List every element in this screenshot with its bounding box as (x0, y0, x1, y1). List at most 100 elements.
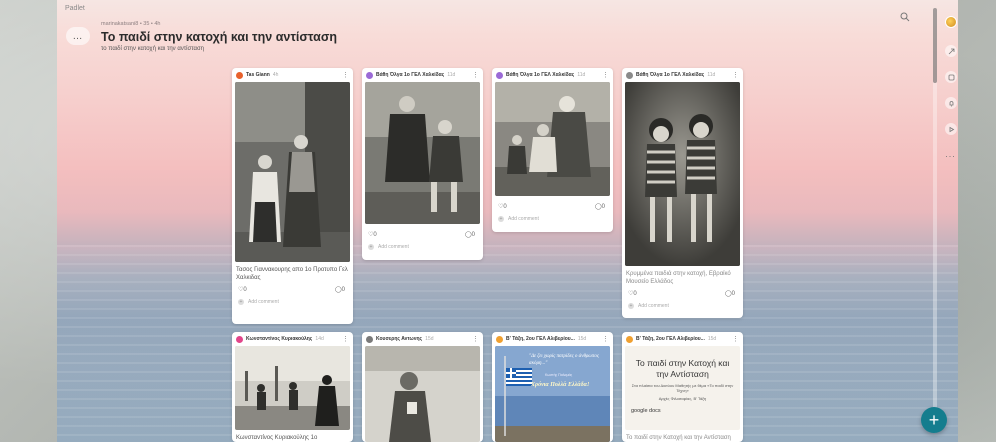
kebab-menu-icon[interactable]: ⋮ (472, 71, 479, 79)
card-author: Tas Giann (246, 72, 270, 78)
author-avatar (626, 335, 633, 343)
card-time: 4h (272, 72, 279, 78)
add-comment[interactable]: + Add comment (622, 300, 743, 312)
scrollbar[interactable] (933, 8, 937, 433)
share-icon[interactable] (945, 45, 957, 57)
post-image[interactable] (365, 346, 480, 442)
post-image[interactable] (365, 82, 480, 224)
comment-button[interactable]: ◯0 (595, 203, 605, 210)
board-menu-icon[interactable]: … (66, 27, 90, 45)
post-image[interactable]: "Δε ζει χωρίς πατρίδες ο άνθρωπος ακόμη.… (495, 346, 610, 442)
post-card[interactable]: Κωνσταντίνος Κυριακούλης 14d ⋮ Κωνσταντί… (232, 332, 353, 442)
doc-title: Το παιδί στην Κατοχή και την Αντίσταση (635, 358, 730, 379)
banner-author: Κωστής Παλαμάς (545, 373, 573, 377)
kebab-menu-icon[interactable]: ⋮ (732, 71, 739, 79)
app-logo[interactable]: Padlet (65, 5, 85, 12)
post-image[interactable] (625, 82, 740, 266)
add-comment[interactable]: + Add comment (492, 213, 613, 225)
author-avatar (496, 335, 503, 343)
card-author: Κουσερης Αντωνης (376, 336, 423, 342)
card-author: Βάθη Όλγα 1ο ΓΕΛ Χαλκίδας (636, 72, 705, 78)
comment-count: 0 (471, 232, 475, 238)
comment-count: 0 (601, 204, 605, 210)
kebab-menu-icon[interactable]: ⋮ (602, 71, 609, 79)
post-card[interactable]: Β' Τάξη, 2ου ΓΕΛ Αλιβερίου... 15d ⋮ "Δε … (492, 332, 613, 442)
card-header: Κωνσταντίνος Κυριακούλης 14d ⋮ (232, 332, 353, 346)
card-author: Β' Τάξη, 2ου ΓΕΛ Αλιβερίου... (636, 336, 705, 342)
card-header: Β' Τάξη, 2ου ΓΕΛ Αλιβερίου... 15d ⋮ (492, 332, 613, 346)
banner-slogan: Χρόνια Πολλά Ελλάδα! (531, 382, 590, 388)
card-header: Βάθη Όλγα 1ο ΓΕΛ Χαλκίδας 11d ⋮ (622, 68, 743, 82)
card-time: 11d (447, 72, 456, 78)
card-header: Βάθη Όλγα 1ο ΓΕΛ Χαλκίδας 11d ⋮ (362, 68, 483, 82)
doc-line: Αρχές Φιλοσοφίας, Β' Τάξη (658, 396, 707, 402)
photo-hidden-children (625, 82, 740, 266)
remix-icon[interactable] (945, 71, 957, 83)
user-avatar[interactable] (945, 16, 957, 28)
author-avatar (626, 71, 633, 79)
author-avatar (496, 71, 503, 79)
photo-children-costume (235, 82, 350, 262)
author-avatar (236, 71, 243, 79)
bell-icon[interactable] (945, 97, 957, 109)
post-card[interactable]: Tas Giann 4h ⋮ Τασος Γιαννακουρης απο 1ο… (232, 68, 353, 324)
post-card[interactable]: Κουσερης Αντωνης 15d ⋮ (362, 332, 483, 442)
like-button[interactable]: ♡0 (368, 231, 377, 238)
card-header: Β' Τάξη, 2ου ΓΕΛ Αλιβερίου... 15d ⋮ (622, 332, 743, 346)
like-button[interactable]: ♡0 (238, 286, 247, 293)
card-caption: Το παιδί στην Κατοχή και την Αντίσταση (626, 435, 731, 441)
page-subtitle: το παιδί στην κατοχή και την αντίσταση (101, 46, 205, 52)
kebab-menu-icon[interactable]: ⋮ (342, 71, 349, 79)
card-time: 11d (577, 72, 586, 78)
photo-mother-children (495, 82, 610, 196)
comment-count: 0 (341, 286, 345, 293)
author-avatar (366, 71, 373, 79)
right-toolbar: ··· (942, 8, 958, 433)
card-time: 15d (707, 336, 717, 342)
post-card[interactable]: Βάθη Όλγα 1ο ΓΕΛ Χαλκίδας 11d ⋮ ♡0 ◯0 + (362, 68, 483, 260)
doc-source: google docs (631, 408, 661, 415)
kebab-menu-icon[interactable]: ⋮ (602, 335, 609, 343)
post-image[interactable] (235, 82, 350, 262)
like-count: 0 (243, 286, 247, 293)
comment-button[interactable]: ◯0 (335, 286, 345, 293)
padlet-board: Padlet … marinakatsani8 • 35 • 4h Το παι… (57, 0, 958, 442)
add-comment[interactable]: + Add comment (232, 296, 353, 308)
author-avatar (366, 335, 373, 343)
add-comment[interactable]: + Add comment (362, 241, 483, 253)
kebab-menu-icon[interactable]: ⋮ (342, 335, 349, 343)
board-meta: marinakatsani8 • 35 • 4h (101, 21, 161, 27)
slideshow-icon[interactable] (945, 123, 957, 135)
post-image[interactable] (235, 346, 350, 430)
post-card[interactable]: Βάθη Όλγα 1ο ΓΕΛ Χαλκίδας 11d ⋮ Κρυμμένα… (622, 68, 743, 318)
card-time: 15d (425, 336, 434, 342)
doc-line: Στα πλαίσια του Δικτύου Μαθητής με θέμα … (631, 383, 734, 394)
add-comment-label: Add comment (378, 244, 409, 250)
post-card[interactable]: Β' Τάξη, 2ου ΓΕΛ Αλιβερίου... 15d ⋮ Το π… (622, 332, 743, 442)
card-reactions: ♡0 ◯0 (622, 287, 743, 300)
doc-preview[interactable]: Το παιδί στην Κατοχή και την Αντίσταση Σ… (625, 346, 740, 430)
search-icon[interactable] (899, 11, 911, 23)
comment-button[interactable]: ◯0 (725, 290, 735, 297)
card-header: Tas Giann 4h ⋮ (232, 68, 353, 82)
post-image[interactable] (495, 82, 610, 196)
add-post-button[interactable]: + (921, 407, 947, 433)
kebab-menu-icon[interactable]: ⋮ (472, 335, 479, 343)
comment-button[interactable]: ◯0 (465, 231, 475, 238)
more-icon[interactable]: ··· (945, 151, 956, 161)
like-button[interactable]: ♡0 (498, 203, 507, 210)
photo-boy-eating (365, 346, 480, 442)
post-card[interactable]: Βάθη Όλγα 1ο ΓΕΛ Χαλκίδας 11d ⋮ ♡0 ◯0 + (492, 68, 613, 232)
kebab-menu-icon[interactable]: ⋮ (732, 335, 739, 343)
add-comment-icon: + (238, 298, 244, 305)
add-comment-icon: + (498, 216, 504, 222)
page-title: Το παιδί στην κατοχή και την αντίσταση (101, 30, 338, 44)
add-comment-label: Add comment (508, 216, 539, 222)
like-button[interactable]: ♡0 (628, 290, 637, 297)
card-time: 14d (315, 336, 324, 342)
add-comment-label: Add comment (638, 302, 669, 309)
card-time: 11d (707, 72, 716, 78)
card-caption: Κωνσταντίνος Κυριακούλης 1ο (236, 435, 318, 441)
photo-street-crowd (235, 346, 350, 430)
scrollbar-thumb[interactable] (933, 8, 937, 83)
